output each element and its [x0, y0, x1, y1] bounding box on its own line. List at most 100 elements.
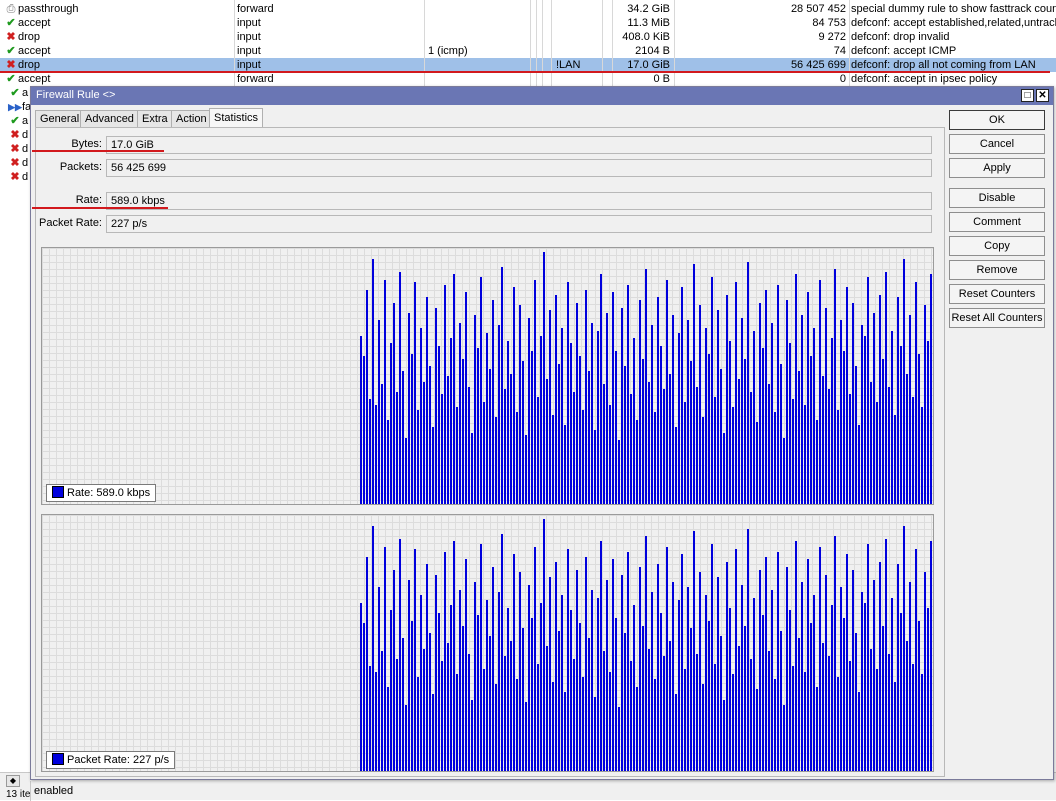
remove-button[interactable]: Remove — [949, 260, 1045, 280]
rate-bar — [795, 274, 797, 504]
scroll-left-button[interactable]: ◆ — [6, 775, 20, 787]
packet-rate-bar — [567, 549, 569, 771]
dialog-titlebar[interactable]: Firewall Rule <> □ ✕ — [31, 87, 1053, 105]
disable-button[interactable]: Disable — [949, 188, 1045, 208]
rate-bar — [624, 366, 626, 504]
tab-advanced[interactable]: Advanced — [80, 110, 139, 128]
apply-button[interactable]: Apply — [949, 158, 1045, 178]
tab-extra[interactable]: Extra — [137, 110, 173, 128]
packet-rate-bar — [411, 621, 413, 771]
rate-bar — [846, 287, 848, 504]
rate-bar — [393, 303, 395, 504]
rate-bar — [750, 392, 752, 504]
rule-action-label: drop — [18, 31, 41, 43]
rate-bar — [636, 420, 638, 504]
packet-rate-bar — [519, 572, 521, 771]
packet-rate-bar — [912, 664, 914, 771]
rate-bar — [903, 259, 905, 504]
rate-bar — [459, 323, 461, 504]
rate-bar — [849, 394, 851, 504]
rate-bar — [792, 399, 794, 504]
packet-rate-bar — [561, 595, 563, 771]
rate-bar — [798, 371, 800, 504]
rule-row-partial[interactable]: ✖ d — [8, 142, 28, 156]
rate-bar — [696, 387, 698, 504]
rate-bar — [399, 272, 401, 504]
rate-bar — [873, 313, 875, 504]
packet-rate-bar — [609, 672, 611, 771]
packet-rate-bar — [888, 654, 890, 771]
tab-statistics[interactable]: Statistics — [209, 108, 264, 129]
rate-bar — [423, 382, 425, 504]
packet-rate-bar — [579, 623, 581, 771]
rate-bar — [855, 366, 857, 504]
rate-bar — [387, 420, 389, 504]
rate-bar — [690, 361, 692, 504]
tab-general[interactable]: General — [35, 110, 85, 128]
rule-row[interactable]: ✔ accept input 1 (icmp) 2104 B 74 defconf: acc… — [0, 44, 1056, 58]
packet-rate-bar — [873, 580, 875, 771]
bytes-label: Bytes: — [71, 138, 102, 150]
rule-action: ✔ accept — [4, 72, 232, 86]
rate-bar — [486, 333, 488, 504]
rate-bar — [783, 438, 785, 504]
packet-rate-bar — [474, 582, 476, 771]
rule-action-label: d — [22, 143, 29, 155]
rule-comment: defconf: accept in ipsec policy — [851, 73, 998, 85]
rate-bar — [405, 438, 407, 504]
rule-row[interactable]: ✔ accept input 11.3 MiB 84 753 defconf: accep… — [0, 16, 1056, 30]
accept-check-icon: ✔ — [6, 73, 16, 85]
rule-row[interactable]: ✖ drop input 408.0 KiB 9 272 defconf: drop in… — [0, 30, 1056, 44]
reset-counters-button[interactable]: Reset Counters — [949, 284, 1045, 304]
drop-x-icon: ✖ — [10, 157, 20, 169]
rate-bar — [900, 346, 902, 504]
packet-rate-bar — [603, 651, 605, 771]
rule-row[interactable]: ⎙ passthrough forward 34.2 GiB 28 507 452 spe… — [0, 2, 1056, 16]
packet-rate-bar — [489, 636, 491, 771]
rate-bar — [894, 415, 896, 504]
rate-bar — [384, 280, 386, 504]
packet-rate-bar — [540, 603, 542, 771]
rate-bar — [927, 341, 929, 504]
rate-bar — [723, 433, 725, 504]
packet-rate-bar — [834, 536, 836, 771]
packet-rate-bar — [684, 669, 686, 771]
rule-row-partial[interactable]: ✖ d — [8, 156, 28, 170]
rate-bar — [546, 379, 548, 504]
packet-rate-bar — [810, 623, 812, 771]
rule-action-label: d — [22, 129, 29, 141]
rule-action-label: accept — [18, 73, 51, 85]
packet-rate-bar — [795, 541, 797, 771]
ok-button[interactable]: OK — [949, 110, 1045, 130]
packet-rate-bar — [849, 661, 851, 771]
packet-rate-bar — [744, 626, 746, 771]
packet-rate-bar — [618, 707, 620, 771]
rate-bar — [447, 376, 449, 504]
close-window-button[interactable]: ✕ — [1036, 89, 1049, 102]
rate-bar — [360, 336, 362, 504]
rule-row[interactable]: ✖ drop input !LAN 17.0 GiB 56 425 699 defconf:… — [0, 58, 1056, 72]
rule-row-partial[interactable]: ✖ d — [8, 128, 28, 142]
packet-rate-bar — [555, 562, 557, 771]
packet-rate-bar — [399, 539, 401, 771]
rate-bar — [897, 297, 899, 504]
cancel-button[interactable]: Cancel — [949, 134, 1045, 154]
comment-button[interactable]: Comment — [949, 212, 1045, 232]
packet-rate-bar — [804, 672, 806, 771]
rule-row-partial[interactable]: ✖ d — [8, 170, 28, 184]
packet-rate-bar — [534, 547, 536, 771]
rate-bar — [654, 412, 656, 504]
reset-all-counters-button[interactable]: Reset All Counters — [949, 308, 1045, 328]
restore-window-button[interactable]: □ — [1021, 89, 1034, 102]
copy-button[interactable]: Copy — [949, 236, 1045, 256]
rule-row-partial[interactable]: ✔ a — [8, 86, 28, 100]
rule-row-partial[interactable]: ✔ a — [8, 114, 28, 128]
rate-bar — [540, 336, 542, 504]
tab-action[interactable]: Action — [171, 110, 212, 128]
rule-row[interactable]: ✔ accept forward 0 B 0 defconf: accept in ips… — [0, 72, 1056, 86]
rate-bar — [390, 343, 392, 504]
rate-bar — [369, 399, 371, 504]
rule-row-partial[interactable]: ▶▶ fa — [8, 100, 31, 114]
packet-rate-graph-legend: Packet Rate: 227 p/s — [46, 751, 176, 769]
rate-bar — [660, 346, 662, 504]
